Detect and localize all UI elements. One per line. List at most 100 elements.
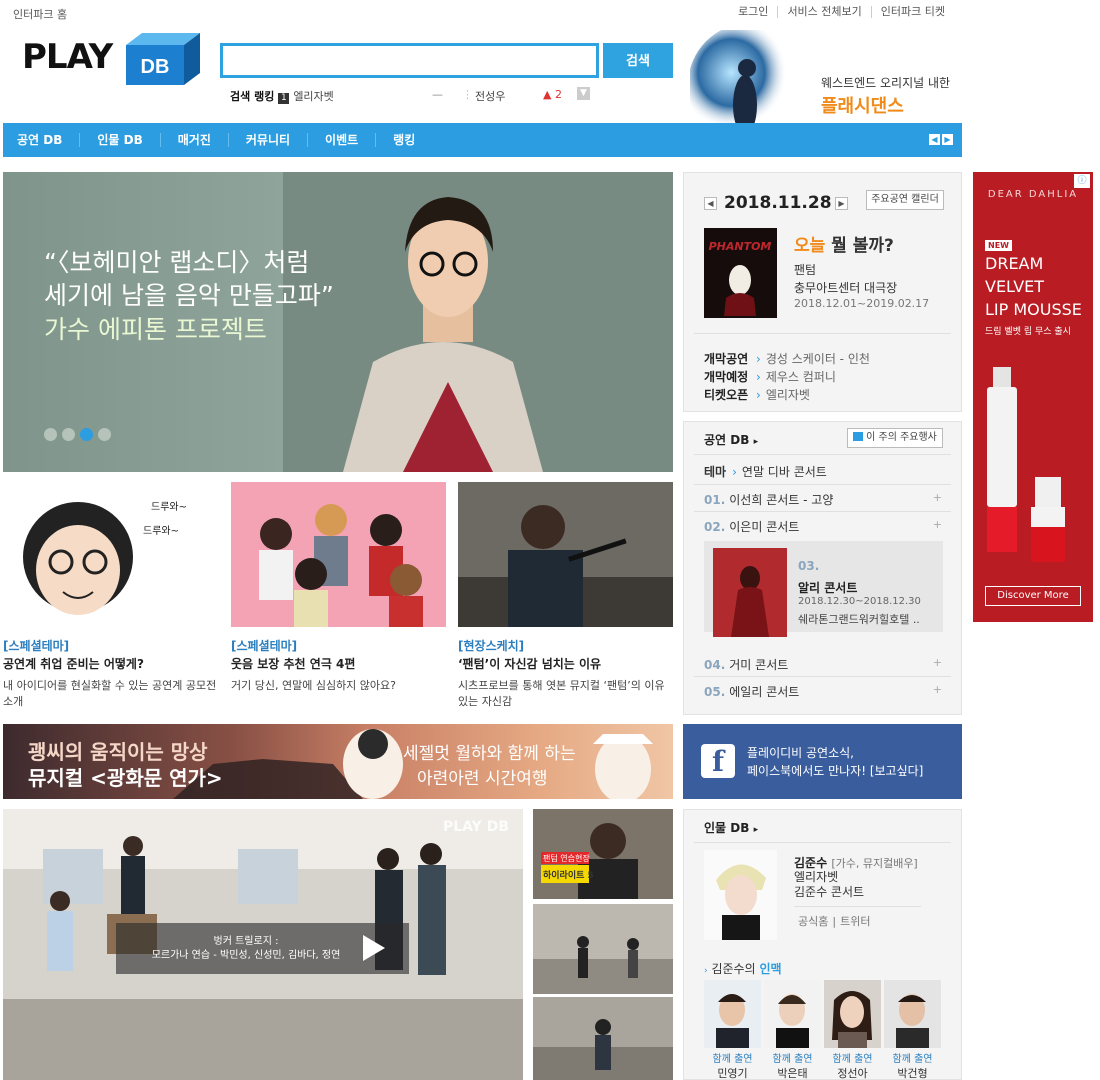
- hero-portrait-image: [283, 172, 673, 472]
- all-services-link[interactable]: 서비스 전체보기: [777, 6, 870, 18]
- person-work-1[interactable]: 엘리자벳: [794, 870, 864, 885]
- video-thumb-1[interactable]: 팬텀 연습현장 하이라이트 5: [533, 809, 673, 899]
- search-input[interactable]: [220, 43, 599, 78]
- person-db-title[interactable]: 인물 DB ▸: [704, 819, 758, 836]
- interpark-home-link[interactable]: 인터파크 홈: [13, 6, 67, 22]
- connection-2-label: 함께 출연: [772, 1054, 813, 1065]
- connections-title: › 김준수의 인맥: [704, 960, 782, 977]
- schedule-ticket-open[interactable]: 티켓오픈 › 엘리자벳: [704, 386, 810, 403]
- date-next-icon[interactable]: ▶: [835, 197, 848, 210]
- rank-item-2[interactable]: 전성우: [475, 88, 505, 104]
- facebook-banner[interactable]: f 플레이디비 공연소식, 페이스북에서도 만나자! [보고싶다]: [683, 724, 962, 799]
- today-show-box: ◀ 2018.11.28 ▶ 주요공연 캘린더 PHANTOM 오늘 뭘 볼까?…: [683, 172, 962, 412]
- connection-4[interactable]: 함께 출연 박건형: [884, 980, 941, 1080]
- top-ad-line2: 플래시댄스: [821, 96, 904, 117]
- nav-person-db[interactable]: 인물 DB: [79, 133, 159, 147]
- logo-db-text: DB: [141, 56, 170, 78]
- side-ad-banner[interactable]: ⓘ DEAR DAHLIA NEW DREAM VELVET LIP MOUSS…: [973, 172, 1093, 622]
- connection-4-name: 박건형: [897, 1067, 928, 1080]
- chevron-right-icon: ›: [732, 465, 737, 479]
- weekly-events-label: 이 주의 주요행사: [866, 432, 937, 443]
- search-button[interactable]: 검색: [603, 43, 673, 78]
- person-name[interactable]: 김준수 [가수, 뮤지컬배우]: [794, 854, 918, 871]
- nav-next-arrow-icon[interactable]: ▶: [942, 134, 953, 145]
- camera-icon: [853, 432, 864, 441]
- hero-quote-line1: “〈보헤미안 랩소디〉처럼: [44, 248, 310, 277]
- chevron-right-icon: ›: [756, 370, 761, 384]
- nav-ranking[interactable]: 랭킹: [375, 133, 432, 147]
- article-card-1-image: 드루와~ 드루와~: [3, 482, 218, 627]
- person-photo[interactable]: [704, 850, 777, 940]
- calendar-button[interactable]: 주요공연 캘린더: [866, 190, 944, 210]
- plus-icon[interactable]: +: [933, 491, 942, 504]
- rank-divider: [694, 676, 951, 677]
- schedule-ticket-label: 티켓오픈: [704, 388, 749, 402]
- plus-icon[interactable]: +: [933, 518, 942, 531]
- article-card-1[interactable]: 드루와~ 드루와~ [스페셜테마] 공연계 취업 준비는 어떻게? 내 아이디어…: [3, 482, 218, 710]
- connection-2[interactable]: 함께 출연 박은태: [764, 980, 821, 1080]
- card-1-bubble-2: 드루와~: [143, 525, 179, 537]
- rank-item-1[interactable]: 엘리자벳: [293, 90, 333, 103]
- rank-row-5[interactable]: 05. 에일리 콘서트 +: [704, 683, 942, 700]
- rank-expand-icon[interactable]: ▼: [577, 87, 590, 100]
- hero-dot-3[interactable]: [80, 428, 93, 441]
- connection-3[interactable]: 함께 출연 정선아: [824, 980, 881, 1080]
- rank-row-1[interactable]: 01. 이선희 콘서트 - 고양 +: [704, 491, 942, 508]
- featured-video[interactable]: PLAY DB 벙커 트릴로지 : 모르가나 연습 - 박민성, 신성민, 김바…: [3, 809, 523, 1080]
- video-thumb-3[interactable]: [533, 997, 673, 1080]
- weekly-events-button[interactable]: 이 주의 주요행사: [847, 428, 943, 448]
- hero-banner[interactable]: “〈보헤미안 랩소디〉처럼 세기에 남을 음악 만들고파” 가수 에피톤 프로젝…: [3, 172, 673, 472]
- chevron-right-icon: ▸: [753, 437, 759, 447]
- today-show-name[interactable]: 팬텀: [794, 261, 816, 278]
- article-card-3-title[interactable]: ‘팬텀’이 자신감 넘치는 이유: [458, 655, 673, 672]
- person-divider: [694, 842, 951, 843]
- schedule-opening-label: 개막공연: [704, 352, 749, 366]
- nav-prev-arrow-icon[interactable]: ◀: [929, 134, 940, 145]
- article-card-2[interactable]: [스페셜테마] 웃음 보장 추천 연극 4편 거기 당신, 연말에 심심하지 않…: [231, 482, 446, 694]
- nav-show-db[interactable]: 공연 DB: [3, 133, 79, 147]
- nav-event[interactable]: 이벤트: [307, 133, 375, 147]
- theme-row[interactable]: 테마 › 연말 디바 콘서트: [704, 463, 827, 480]
- date-prev-icon[interactable]: ◀: [704, 197, 717, 210]
- rank-row-3-expanded[interactable]: 03. 알리 콘서트 2018.12.30~2018.12.30 쉐라톤그랜드워…: [704, 541, 943, 637]
- article-card-1-category: [스페셜테마]: [3, 639, 70, 653]
- interpark-ticket-link[interactable]: 인터파크 티켓: [870, 6, 954, 18]
- chevron-right-icon: ›: [756, 388, 761, 402]
- banner-line-3: 세젤멋 월하와 함께 하는: [403, 744, 576, 764]
- ad-info-icon[interactable]: ⓘ: [1074, 174, 1090, 188]
- official-site-link[interactable]: 공식홈: [794, 915, 832, 928]
- rank-row-4[interactable]: 04. 거미 콘서트 +: [704, 656, 942, 673]
- connection-1[interactable]: 함께 출연 민영기: [704, 980, 761, 1080]
- lip-mousse-product-image: [987, 367, 1065, 562]
- hero-subject: 가수 에피톤 프로젝트: [44, 315, 267, 344]
- show-db-title[interactable]: 공연 DB ▸: [704, 431, 758, 448]
- phantom-poster-image[interactable]: PHANTOM: [704, 228, 777, 318]
- hero-dot-2[interactable]: [62, 428, 75, 441]
- video-thumb-2[interactable]: [533, 904, 673, 994]
- plus-icon[interactable]: +: [933, 683, 942, 696]
- nav-magazine[interactable]: 매거진: [159, 133, 228, 147]
- side-ad-cta-button[interactable]: Discover More: [985, 586, 1081, 606]
- top-ad-line1: 웨스트엔드 오리지널 내한: [821, 76, 951, 90]
- schedule-upcoming[interactable]: 개막예정 › 제우스 컴퍼니: [704, 368, 836, 385]
- play-icon[interactable]: [363, 935, 385, 961]
- schedule-opening[interactable]: 개막공연 › 경성 스케이터 - 인천: [704, 350, 870, 367]
- login-link[interactable]: 로그인: [729, 6, 777, 18]
- rank-row-2-name: 이은미 콘서트: [729, 520, 800, 534]
- musical-promo-banner[interactable]: 괭씨의 움직이는 망상 뮤지컬 <광화문 연가> 세젤멋 월하와 함께 하는 아…: [3, 724, 673, 799]
- plus-icon[interactable]: +: [933, 656, 942, 669]
- playdb-logo[interactable]: PLAY DB: [22, 33, 202, 89]
- person-works: 엘리자벳 김준수 콘서트: [794, 870, 864, 900]
- rank-row-2[interactable]: 02. 이은미 콘서트 +: [704, 518, 942, 535]
- hero-dot-4[interactable]: [98, 428, 111, 441]
- banner-line-2: 뮤지컬 <광화문 연가>: [28, 766, 223, 790]
- article-card-1-title[interactable]: 공연계 취업 준비는 어떻게?: [3, 655, 218, 672]
- twitter-link[interactable]: 트위터: [836, 915, 874, 928]
- person-work-2[interactable]: 김준수 콘서트: [794, 885, 864, 900]
- hero-dot-1[interactable]: [44, 428, 57, 441]
- article-card-2-title[interactable]: 웃음 보장 추천 연극 4편: [231, 655, 446, 672]
- article-card-3[interactable]: [현장스케치] ‘팬텀’이 자신감 넘치는 이유 시츠프로브를 통해 엿본 뮤지…: [458, 482, 673, 710]
- side-ad-heading-2: VELVET: [985, 277, 1045, 296]
- nav-community[interactable]: 커뮤니티: [227, 133, 307, 147]
- connection-4-photo: [884, 980, 941, 1048]
